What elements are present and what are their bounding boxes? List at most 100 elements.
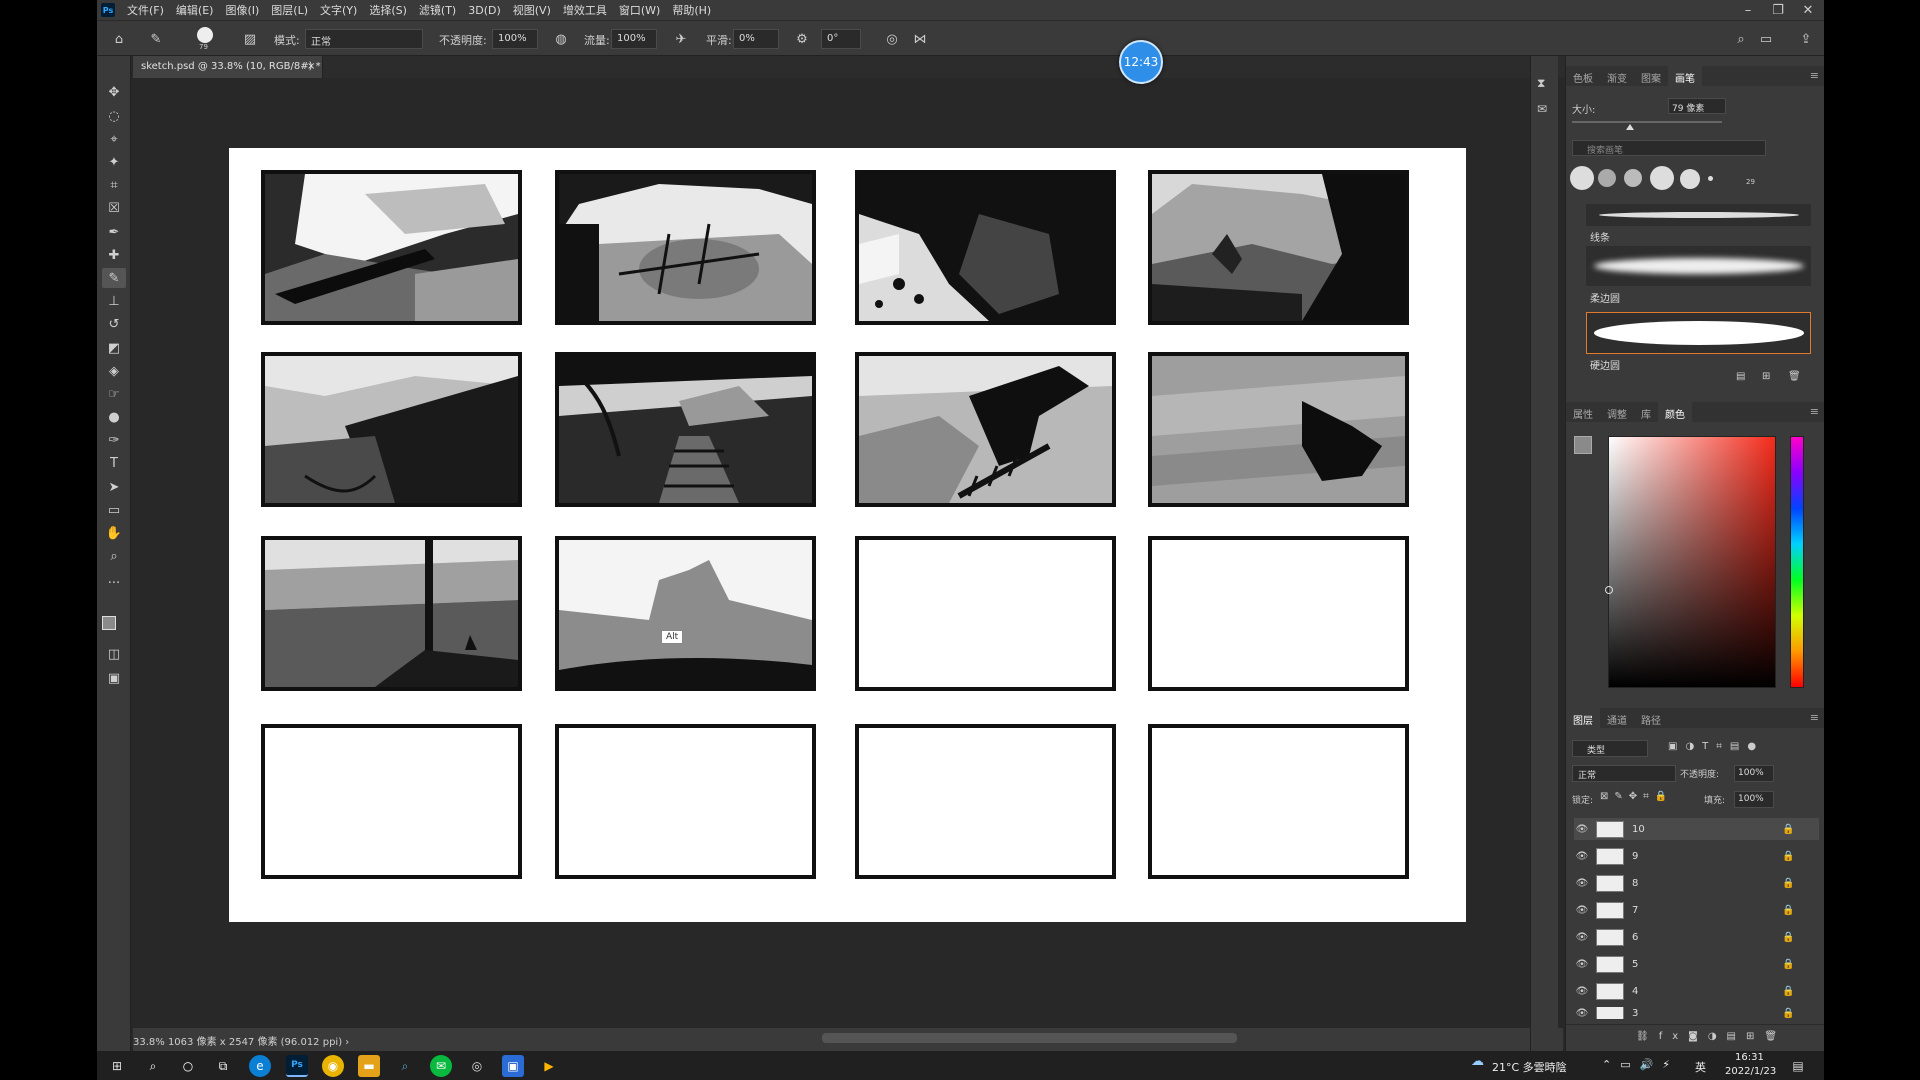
edge-icon[interactable]: e [249,1055,271,1077]
symmetry-icon[interactable]: ⋈ [911,30,929,48]
layer-fill-input[interactable]: 100% [1734,791,1774,808]
home-icon[interactable]: ⌂ [110,30,128,48]
wechat-icon[interactable]: ✉ [430,1055,452,1077]
menu-select[interactable]: 选择(S) [363,2,413,18]
move-tool-icon[interactable]: ✥ [102,82,126,102]
panel-menu-icon[interactable]: ≡ [1810,405,1819,418]
pen-tool-icon[interactable]: ✑ [102,430,126,450]
restore-button[interactable]: ❐ [1763,0,1793,20]
layer-opacity-input[interactable]: 100% [1734,765,1774,782]
brush-preset-spatter[interactable] [1624,169,1642,187]
search-app-icon[interactable]: ⌕ [394,1055,416,1077]
start-icon[interactable]: ⊞ [106,1055,128,1077]
history-icon[interactable]: ⧗ [1537,76,1545,91]
opacity-input[interactable]: 100% [492,29,538,49]
layer-row[interactable]: 👁 3 🔒 [1574,1007,1819,1019]
pressure-size-icon[interactable]: ◎ [883,30,901,48]
tab-gradients[interactable]: 渐变 [1600,66,1634,86]
brush-stroke-preview-top[interactable] [1586,204,1811,226]
polygon-lasso-icon[interactable]: ⌖ [102,129,126,149]
tab-libraries[interactable]: 库 [1634,402,1658,422]
layer-filter-icons[interactable]: ▣◑T⌗▤● [1668,741,1764,752]
thumbnail-frame-4[interactable] [1148,170,1409,325]
thumbnail-frame-2[interactable] [555,170,816,325]
thumbnail-frame-8[interactable] [1148,352,1409,507]
rectangle-tool-icon[interactable]: ▭ [102,500,126,520]
task-view-icon[interactable]: ⧉ [212,1055,234,1077]
airbrush-icon[interactable]: ✈ [672,30,690,48]
zoom-tool-icon[interactable]: ⌕ [102,546,126,566]
thumbnail-frame-3[interactable] [855,170,1116,325]
menu-layer[interactable]: 图层(L) [265,2,314,18]
brush-preset-soft-round[interactable] [1598,169,1616,187]
app-icon[interactable]: ▣ [502,1055,524,1077]
thumbnail-frame-10[interactable]: Alt [555,536,816,691]
brush-settings-icon[interactable]: ▨ [241,30,259,48]
search-icon[interactable]: ⌕ [142,1055,164,1077]
layer-row[interactable]: 👁 5 🔒 [1574,953,1819,975]
workspace-icon[interactable]: ▭ [1757,30,1775,48]
panel-menu-icon[interactable]: ≡ [1810,711,1819,724]
tab-properties[interactable]: 属性 [1566,402,1600,422]
visibility-eye-icon[interactable]: 👁 [1574,905,1590,916]
minimize-button[interactable]: – [1733,0,1763,20]
weather-icon[interactable]: ☁ [1471,1054,1484,1069]
cortana-icon[interactable]: ○ [177,1055,199,1077]
smudge-tool-icon[interactable]: ☞ [102,384,126,404]
delete-brush-icon[interactable]: 🗑 [1788,371,1801,382]
document-tab[interactable]: sketch.psd @ 33.8% (10, RGB/8#) * × [133,56,323,78]
menu-filter[interactable]: 滤镜(T) [413,2,462,18]
visibility-eye-icon[interactable]: 👁 [1574,1008,1590,1019]
menu-plugins[interactable]: 增效工具 [557,2,613,18]
thumbnail-frame-15[interactable] [855,724,1116,879]
screen-mode-icon[interactable]: ▣ [102,668,126,688]
brush-stroke-hard-selected[interactable] [1586,312,1811,354]
menu-file[interactable]: 文件(F) [121,2,170,18]
thumbnail-frame-14[interactable] [555,724,816,879]
clock-date[interactable]: 2022/1/23 [1725,1066,1776,1077]
eraser-icon[interactable]: ◩ [102,338,126,358]
horizontal-scrollbar[interactable] [822,1033,1237,1043]
layer-row[interactable]: 👁 4 🔒 [1574,980,1819,1002]
layer-filter-select[interactable]: 类型 [1572,740,1648,757]
menu-window[interactable]: 窗口(W) [613,2,666,18]
notifications-icon[interactable]: ▤ [1787,1055,1809,1077]
paint-bucket-icon[interactable]: ◈ [102,361,126,381]
file-explorer-icon[interactable]: ▬ [358,1055,380,1077]
clone-stamp-icon[interactable]: ⊥ [102,291,126,311]
smoothing-input[interactable]: 0% [733,29,779,49]
menu-edit[interactable]: 编辑(E) [170,2,220,18]
brush-preset-picker[interactable] [197,27,213,43]
lock-icons[interactable]: ⊠✎✥⌗🔒 [1600,791,1673,802]
tab-brushes[interactable]: 画笔 [1668,66,1702,86]
share-icon[interactable]: ⇪ [1797,30,1815,48]
visibility-eye-icon[interactable]: 👁 [1574,851,1590,862]
menu-type[interactable]: 文字(Y) [314,2,363,18]
menu-image[interactable]: 图像(I) [219,2,265,18]
quick-mask-icon[interactable]: ◫ [102,644,126,664]
tab-channels[interactable]: 通道 [1600,708,1634,728]
photoshop-taskbar-icon[interactable]: Ps [286,1055,308,1077]
thumbnail-frame-7[interactable] [855,352,1116,507]
frame-tool-icon[interactable]: ☒ [102,198,126,218]
hue-slider[interactable] [1790,436,1804,688]
canvas-area[interactable]: Alt [133,78,1563,1028]
thumbnail-frame-13[interactable] [261,724,522,879]
tab-color[interactable]: 颜色 [1658,402,1692,422]
brush-preset-hard-round[interactable] [1570,166,1594,190]
brush-search-input[interactable]: 搜索画笔 [1572,140,1766,156]
menu-3d[interactable]: 3D(D) [462,4,507,17]
brush-size-slider[interactable] [1572,121,1722,123]
path-select-icon[interactable]: ➤ [102,477,126,497]
pressure-opacity-icon[interactable]: ◍ [552,30,570,48]
gear-icon[interactable]: ⚙ [793,30,811,48]
visibility-eye-icon[interactable]: 👁 [1574,824,1590,835]
foreground-swatch[interactable] [1574,436,1592,454]
thumbnail-frame-9[interactable] [261,536,522,691]
tab-swatches[interactable]: 色板 [1566,66,1600,86]
tab-adjustments[interactable]: 调整 [1600,402,1634,422]
layer-row[interactable]: 👁 6 🔒 [1574,926,1819,948]
brush-stroke-soft[interactable] [1586,246,1811,286]
more-tools-icon[interactable]: ··· [102,573,126,593]
thumbnail-frame-6[interactable] [555,352,816,507]
